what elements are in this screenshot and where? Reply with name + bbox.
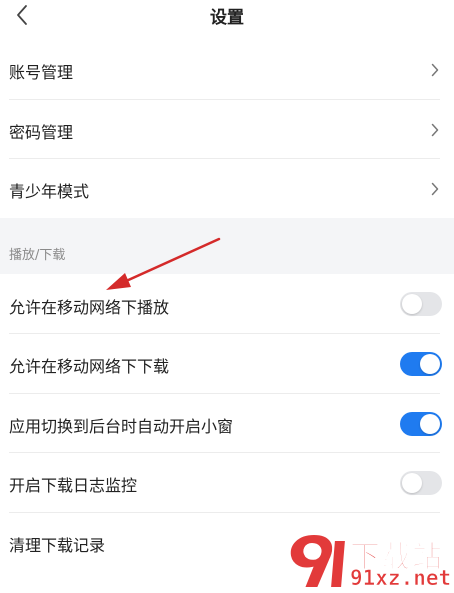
settings-item-mobile-play: 允许在移动网络下播放	[0, 274, 454, 334]
settings-item-mobile-download: 允许在移动网络下下载	[0, 334, 454, 394]
toggle-knob	[420, 414, 440, 434]
section-header-playback: 播放/下载	[0, 218, 454, 274]
settings-item-account[interactable]: 账号管理	[0, 40, 454, 100]
chevron-right-icon	[428, 122, 442, 138]
settings-item-download-log: 开启下载日志监控	[0, 453, 454, 513]
watermark: 下载站 91xz.net	[284, 530, 454, 593]
settings-item-teen-mode[interactable]: 青少年模式	[0, 159, 454, 218]
settings-item-label: 允许在移动网络下播放	[9, 298, 170, 317]
settings-item-password[interactable]: 密码管理	[0, 100, 454, 159]
settings-item-label: 清理下载记录	[9, 536, 106, 555]
settings-item-auto-pip: 应用切换到后台时自动开启小窗	[0, 394, 454, 453]
settings-item-label: 密码管理	[9, 123, 74, 142]
top-bar: 设置	[0, 0, 454, 36]
watermark-domain-text: 91xz.net	[350, 566, 452, 591]
settings-item-label: 开启下载日志监控	[9, 476, 138, 495]
settings-item-label: 应用切换到后台时自动开启小窗	[9, 417, 234, 436]
settings-item-label: 账号管理	[9, 63, 74, 82]
chevron-right-icon	[428, 62, 442, 78]
watermark-logo-icon	[288, 532, 348, 589]
download-log-toggle[interactable]	[400, 471, 442, 495]
auto-pip-toggle[interactable]	[400, 412, 442, 436]
section-title: 播放/下载	[9, 248, 66, 263]
toggle-knob	[402, 294, 422, 314]
settings-item-label: 允许在移动网络下下载	[9, 357, 170, 376]
settings-item-label: 青少年模式	[9, 182, 90, 201]
mobile-play-toggle[interactable]	[400, 292, 442, 316]
toggle-knob	[420, 354, 440, 374]
mobile-download-toggle[interactable]	[400, 352, 442, 376]
chevron-right-icon	[428, 181, 442, 197]
page-title: 设置	[210, 8, 244, 28]
toggle-knob	[402, 473, 422, 493]
